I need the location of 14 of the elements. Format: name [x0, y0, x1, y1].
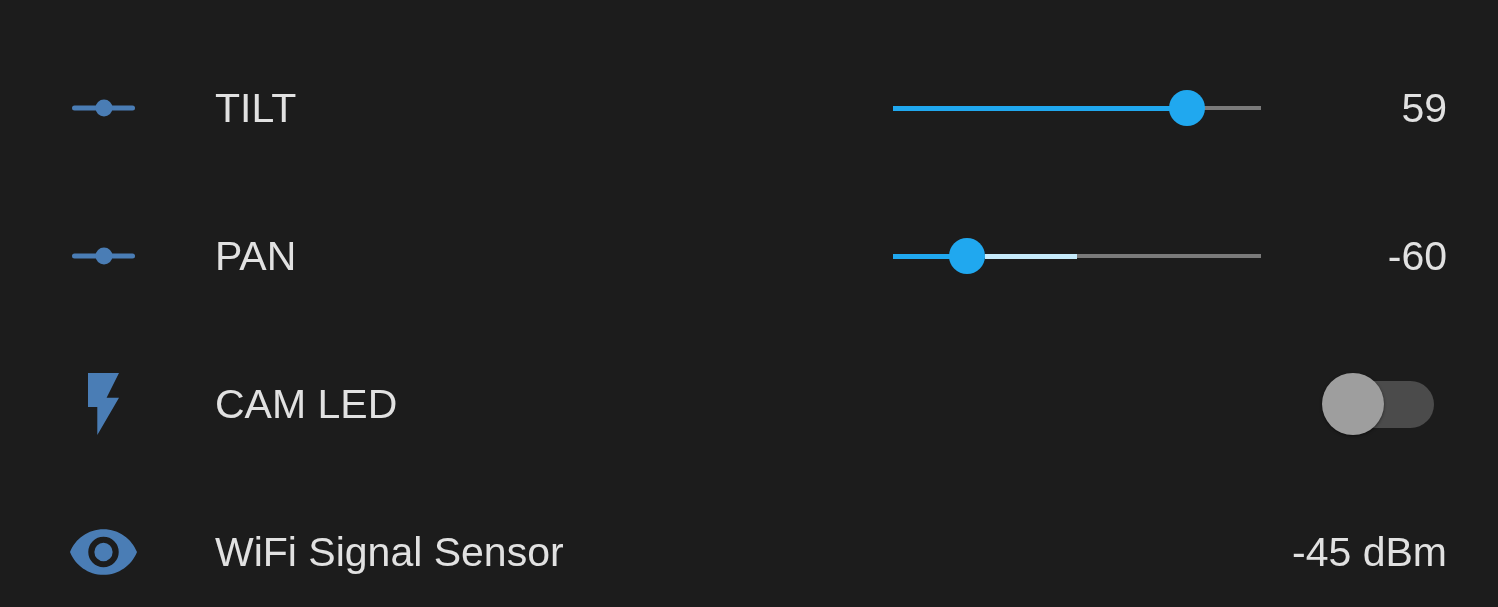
entity-name: TILT: [215, 84, 297, 132]
slider-icon: [72, 99, 135, 117]
slider-icon: [72, 247, 135, 265]
entity-name: WiFi Signal Sensor: [215, 528, 564, 576]
slider-thumb[interactable]: [948, 238, 985, 274]
eye-icon: [70, 529, 137, 575]
slider-value: 59: [1401, 84, 1447, 132]
toggle-switch[interactable]: [1322, 373, 1434, 435]
slider-value: -60: [1387, 232, 1447, 280]
entity-name: PAN: [215, 232, 297, 280]
slider-thumb[interactable]: [1169, 90, 1206, 126]
sensor-value: -45 dBm: [1292, 528, 1447, 576]
lightning-bolt-icon: [88, 373, 119, 435]
entity-name: CAM LED: [215, 380, 398, 428]
